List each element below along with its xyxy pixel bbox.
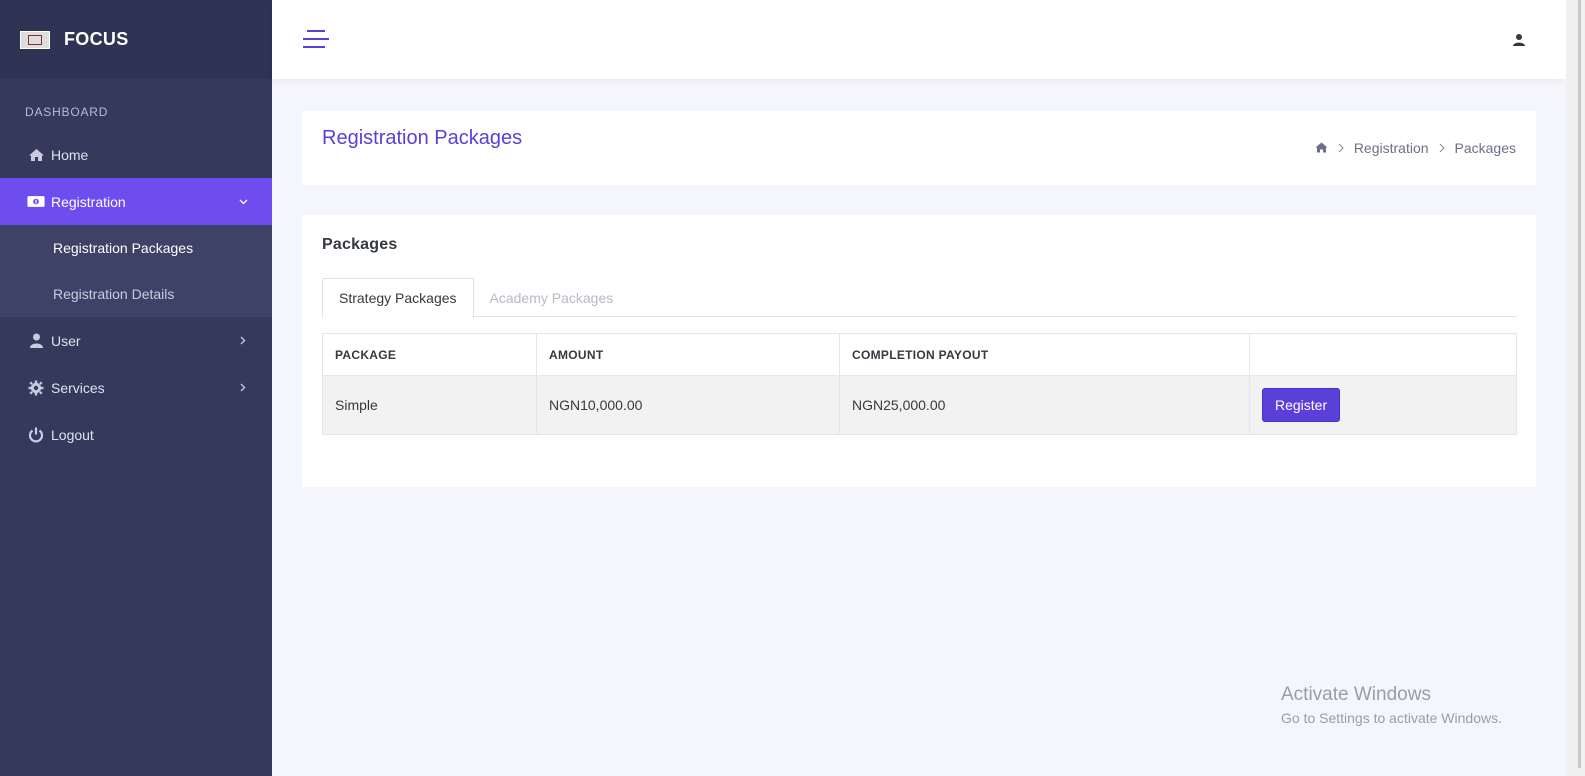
menu-toggle-icon[interactable] bbox=[303, 28, 329, 50]
table-header-row: PACKAGE AMOUNT COMPLETION PAYOUT bbox=[322, 333, 1517, 376]
sidebar-item-logout[interactable]: Logout bbox=[0, 411, 272, 458]
sidebar-item-label: Services bbox=[51, 379, 105, 396]
chevron-right-icon bbox=[1338, 143, 1344, 153]
power-icon bbox=[27, 427, 45, 443]
windows-activation-watermark: Activate Windows Go to Settings to activ… bbox=[1281, 684, 1502, 726]
cell-action: Register bbox=[1249, 375, 1517, 435]
sidebar-item-label: Logout bbox=[51, 426, 94, 443]
money-icon bbox=[27, 194, 45, 210]
sidebar-item-registration[interactable]: Registration bbox=[0, 178, 272, 225]
sidebar: FOCUS DASHBOARD Home Registration Regist… bbox=[0, 0, 272, 776]
page-title: Registration Packages bbox=[322, 127, 523, 149]
chevron-right-icon bbox=[238, 383, 248, 393]
sidebar-item-services[interactable]: Services bbox=[0, 364, 272, 411]
column-header-completion-payout: COMPLETION PAYOUT bbox=[839, 333, 1250, 376]
user-icon bbox=[27, 333, 45, 349]
page-scrollbar[interactable] bbox=[1566, 0, 1585, 776]
column-header-amount: AMOUNT bbox=[536, 333, 840, 376]
sidebar-nav: Home Registration Registration Packages … bbox=[0, 131, 272, 458]
sidebar-item-user[interactable]: User bbox=[0, 317, 272, 364]
packages-card: Packages Strategy Packages Academy Packa… bbox=[302, 215, 1536, 487]
column-header-package: PACKAGE bbox=[322, 333, 537, 376]
watermark-title: Activate Windows bbox=[1281, 684, 1431, 705]
sidebar-item-home[interactable]: Home bbox=[0, 131, 272, 178]
card-title: Packages bbox=[322, 236, 398, 253]
breadcrumb-packages: Packages bbox=[1454, 140, 1516, 156]
packages-table: PACKAGE AMOUNT COMPLETION PAYOUT Simple … bbox=[322, 333, 1517, 435]
package-tabs: Strategy Packages Academy Packages bbox=[322, 278, 1517, 318]
watermark-subtitle: Go to Settings to activate Windows. bbox=[1281, 710, 1502, 726]
cell-payout: NGN25,000.00 bbox=[839, 375, 1250, 435]
cell-amount: NGN10,000.00 bbox=[536, 375, 840, 435]
table-row: Simple NGN10,000.00 NGN25,000.00 Registe… bbox=[322, 375, 1517, 435]
gear-icon bbox=[27, 380, 45, 396]
sidebar-item-label: Home bbox=[51, 146, 89, 163]
sidebar-subitem-registration-details[interactable]: Registration Details bbox=[0, 271, 272, 317]
register-button[interactable]: Register bbox=[1262, 388, 1341, 422]
sidebar-section-label: DASHBOARD bbox=[25, 105, 109, 119]
chevron-right-icon bbox=[1439, 143, 1445, 153]
user-menu-icon[interactable] bbox=[1512, 33, 1526, 47]
breadcrumb-registration[interactable]: Registration bbox=[1354, 140, 1429, 156]
scrollbar-thumb[interactable] bbox=[1578, 0, 1581, 768]
registration-submenu: Registration Packages Registration Detai… bbox=[0, 225, 272, 317]
breadcrumb: Registration Packages bbox=[1315, 140, 1516, 156]
sidebar-item-label: User bbox=[51, 332, 81, 349]
chevron-right-icon bbox=[238, 336, 248, 346]
sidebar-subitem-registration-packages[interactable]: Registration Packages bbox=[0, 225, 272, 271]
brand[interactable]: FOCUS bbox=[0, 0, 272, 79]
tab-strategy-packages[interactable]: Strategy Packages bbox=[322, 278, 474, 318]
chevron-down-icon bbox=[238, 197, 248, 207]
topbar bbox=[272, 0, 1566, 79]
home-icon[interactable] bbox=[1315, 140, 1328, 156]
brand-name: FOCUS bbox=[64, 29, 129, 49]
page-header-card: Registration Packages Registration Packa… bbox=[302, 111, 1536, 185]
brand-logo bbox=[20, 30, 50, 49]
home-icon bbox=[27, 147, 45, 163]
tab-academy-packages[interactable]: Academy Packages bbox=[474, 278, 630, 317]
cell-package: Simple bbox=[322, 375, 537, 435]
sidebar-item-label: Registration bbox=[51, 193, 126, 210]
column-header-action bbox=[1249, 333, 1517, 376]
